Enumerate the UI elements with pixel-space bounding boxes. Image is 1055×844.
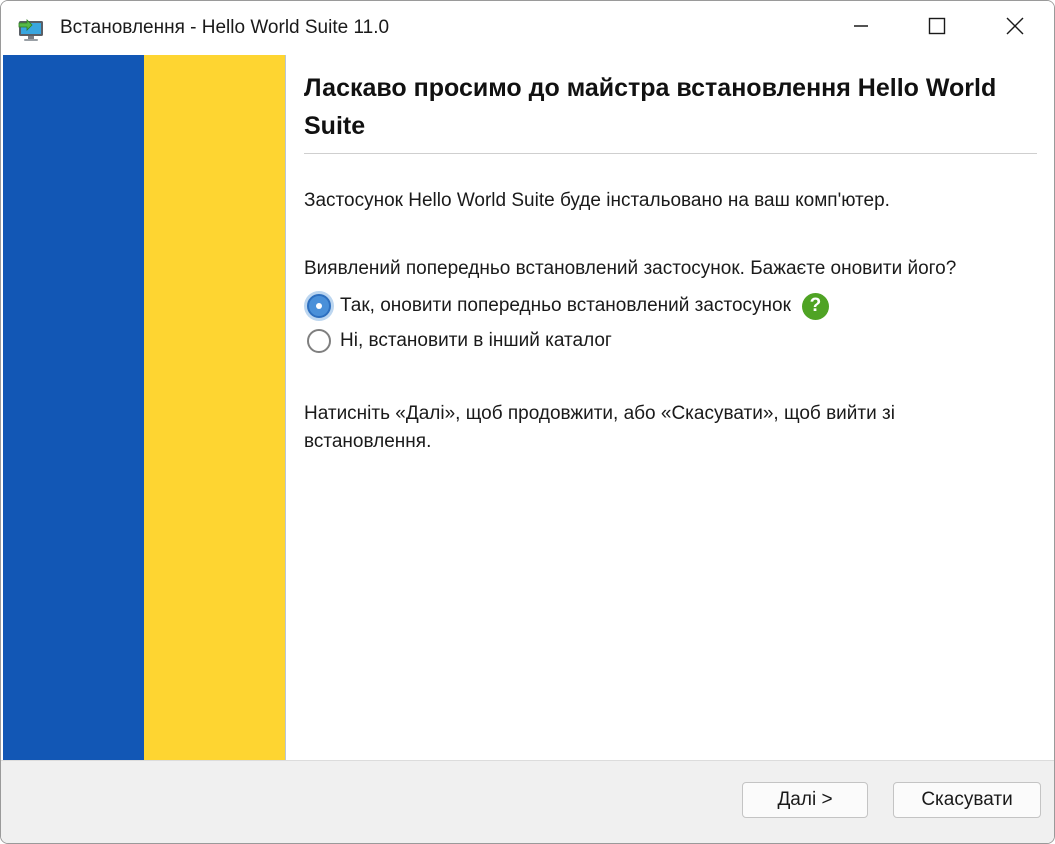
- page-title: Ласкаво просимо до майстра встановлення …: [304, 74, 997, 140]
- minimize-button[interactable]: [823, 1, 899, 55]
- cancel-button[interactable]: Скасувати: [893, 782, 1041, 818]
- installer-window: Встановлення - Hello World Suite 11.0 Ла…: [0, 0, 1055, 844]
- button-bar: Далі > Скасувати: [1, 760, 1054, 843]
- close-icon: [1006, 17, 1024, 40]
- close-button[interactable]: [975, 1, 1054, 55]
- next-button[interactable]: Далі >: [742, 782, 868, 818]
- radio-label-update: Так, оновити попередньо встановлений зас…: [340, 295, 791, 316]
- maximize-button[interactable]: [899, 1, 975, 55]
- minimize-icon: [853, 18, 869, 39]
- radio-option-update[interactable]: Так, оновити попередньо встановлений зас…: [307, 292, 829, 320]
- heading-divider: [304, 153, 1037, 154]
- intro-text: Застосунок Hello World Suite буде інстал…: [304, 190, 890, 211]
- update-question: Виявлений попередньо встановлений застос…: [304, 258, 957, 279]
- radio-selected[interactable]: [307, 294, 331, 318]
- radio-label-other-folder: Ні, встановити в інший каталог: [340, 330, 612, 351]
- banner-edge: [285, 55, 286, 760]
- wizard-content: Ласкаво просимо до майстра встановлення …: [304, 55, 1039, 760]
- radio-option-other-folder[interactable]: Ні, встановити в інший каталог: [307, 327, 612, 355]
- maximize-icon: [928, 17, 946, 40]
- installer-computer-icon: [17, 16, 45, 42]
- instruction-text: Натисніть «Далі», щоб продовжити, або «С…: [304, 403, 895, 452]
- banner-blue-stripe: [3, 55, 144, 760]
- radio-unselected[interactable]: [307, 329, 331, 353]
- help-question-icon[interactable]: ?: [801, 292, 829, 320]
- banner-yellow-stripe: [144, 55, 285, 760]
- title-bar[interactable]: Встановлення - Hello World Suite 11.0: [1, 1, 1054, 55]
- window-title: Встановлення - Hello World Suite 11.0: [60, 17, 390, 38]
